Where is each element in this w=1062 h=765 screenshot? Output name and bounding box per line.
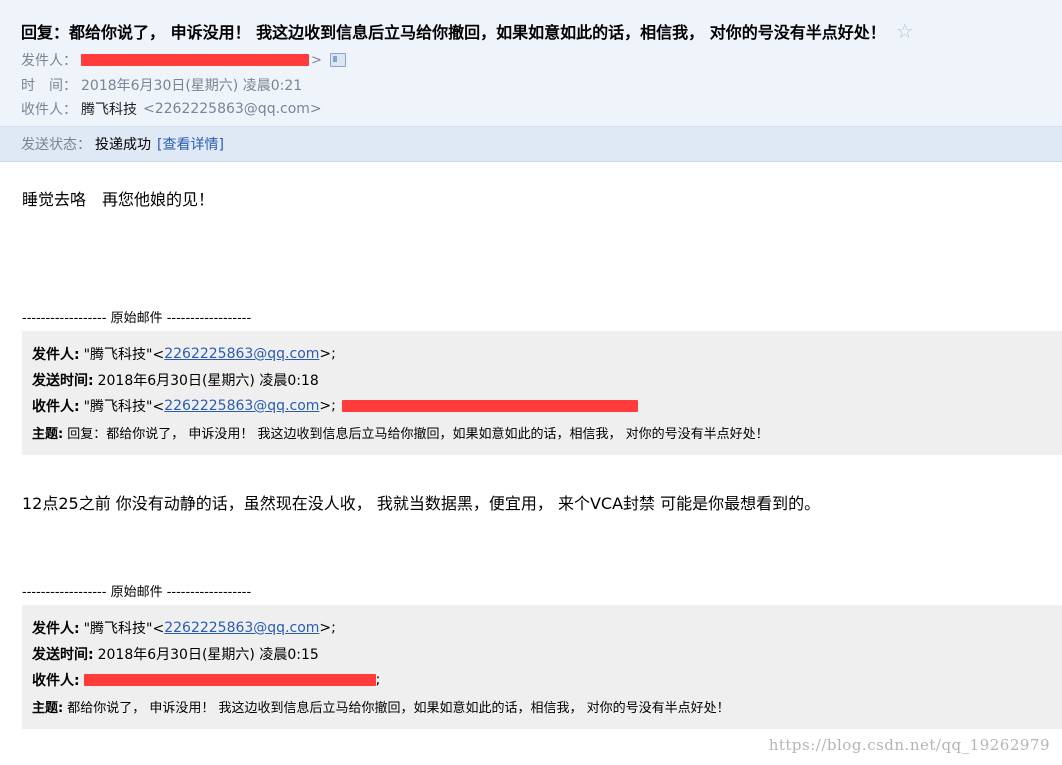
- quote1-to-label: 收件人:: [32, 399, 80, 415]
- sender-label: 发件人：: [21, 53, 77, 69]
- sender-row: 发件人： >: [21, 50, 346, 70]
- quote2-date-row: 发送时间: 2018年6月30日(星期六) 凌晨0:15: [32, 644, 319, 664]
- quote2-subject-label: 主题:: [32, 701, 64, 716]
- quote2-to-redaction: [83, 674, 376, 686]
- mail-header: 回复：都给你说了， 申诉没用！ 我这边收到信息后立马给你撤回，如果如意如此的话，…: [0, 0, 1062, 127]
- quote1-from-email-link[interactable]: 2262225863@qq.com: [164, 346, 319, 362]
- quote1-to-name: "腾飞科技"<: [83, 399, 165, 415]
- contact-card-icon[interactable]: [329, 53, 346, 67]
- quote2-to-tail: ;: [375, 672, 381, 688]
- quote2-from-label: 发件人:: [32, 621, 80, 637]
- quoted-mail-2: 发件人: "腾飞科技"< 2262225863@qq.com >; 发送时间: …: [22, 605, 1062, 729]
- quote2-date-value: 2018年6月30日(星期六) 凌晨0:15: [97, 647, 319, 663]
- sender-redaction: [81, 54, 309, 66]
- recipient-row: 收件人： 腾飞科技 <2262225863@qq.com>: [21, 99, 322, 119]
- quote2-from-email-link[interactable]: 2262225863@qq.com: [164, 620, 319, 636]
- time-label: 时 间：: [21, 78, 77, 94]
- quote1-subject-row: 主题: 回复：都给你说了， 申诉没用！ 我这边收到信息后立马给你撤回，如果如意如…: [32, 423, 769, 442]
- recipient-email: <2262225863@qq.com>: [143, 101, 322, 117]
- recipient-name[interactable]: 腾飞科技: [81, 99, 137, 119]
- sender-tail: >: [311, 52, 322, 68]
- reply-text: 睡觉去咯 再您他娘的见！: [22, 190, 215, 209]
- star-icon[interactable]: ☆: [896, 21, 914, 41]
- quote1-to-email-link[interactable]: 2262225863@qq.com: [164, 398, 319, 414]
- email-view: 回复：都给你说了， 申诉没用！ 我这边收到信息后立马给你撤回，如果如意如此的话，…: [0, 0, 1062, 765]
- quote2-from-name: "腾飞科技"<: [83, 621, 165, 637]
- second-message-text: 12点25之前 你没有动静的话，虽然现在没人收， 我就当数据黑，便宜用， 来个V…: [22, 494, 821, 513]
- quote2-subject-value: 都给你说了， 申诉没用！ 我这边收到信息后立马给你撤回，如果如意如此的话，相信我…: [67, 701, 730, 716]
- quote1-to-redaction: [341, 400, 638, 412]
- quote1-to-tail: >;: [319, 398, 336, 414]
- quoted-mail-1: 发件人: "腾飞科技"< 2262225863@qq.com >; 发送时间: …: [22, 331, 1062, 455]
- time-value: 2018年6月30日(星期六) 凌晨0:21: [81, 78, 303, 94]
- status-label: 发送状态：: [21, 137, 91, 153]
- blog-watermark: https://blog.csdn.net/qq_19262979: [768, 736, 1050, 754]
- recipient-label: 收件人：: [21, 102, 77, 118]
- quote2-subject-row: 主题: 都给你说了， 申诉没用！ 我这边收到信息后立马给你撤回，如果如意如此的话…: [32, 697, 730, 716]
- original-mail-divider-2: ------------------ 原始邮件 ----------------…: [22, 585, 252, 600]
- view-details-link[interactable]: [查看详情]: [157, 134, 224, 154]
- quote1-from-label: 发件人:: [32, 347, 80, 363]
- quote2-date-label: 发送时间:: [32, 647, 94, 663]
- quote2-from-tail: >;: [319, 620, 336, 636]
- subject-row: 回复：都给你说了， 申诉没用！ 我这边收到信息后立马给你撤回，如果如意如此的话，…: [21, 18, 1051, 44]
- quote1-from-row: 发件人: "腾飞科技"< 2262225863@qq.com >;: [32, 344, 336, 364]
- quote1-subject-value: 回复：都给你说了， 申诉没用！ 我这边收到信息后立马给你撤回，如果如意如此的话，…: [67, 427, 769, 442]
- quote1-subject-label: 主题:: [32, 427, 64, 442]
- quote2-to-row: 收件人: ;: [32, 670, 380, 690]
- mail-subject: 回复：都给你说了， 申诉没用！ 我这边收到信息后立马给你撤回，如果如意如此的话，…: [21, 23, 886, 42]
- quote2-to-label: 收件人:: [32, 673, 80, 689]
- quote1-from-name: "腾飞科技"<: [83, 347, 165, 363]
- quote1-date-label: 发送时间:: [32, 373, 94, 389]
- delivery-status-bar: 发送状态： 投递成功 [查看详情]: [0, 127, 1062, 162]
- quote1-date-row: 发送时间: 2018年6月30日(星期六) 凌晨0:18: [32, 370, 319, 390]
- status-value: 投递成功: [95, 137, 151, 153]
- quote1-to-row: 收件人: "腾飞科技"< 2262225863@qq.com >;: [32, 396, 638, 416]
- quote1-date-value: 2018年6月30日(星期六) 凌晨0:18: [97, 373, 319, 389]
- quote2-from-row: 发件人: "腾飞科技"< 2262225863@qq.com >;: [32, 618, 336, 638]
- quote1-from-tail: >;: [319, 346, 336, 362]
- original-mail-divider: ------------------ 原始邮件 ----------------…: [22, 311, 252, 326]
- time-row: 时 间： 2018年6月30日(星期六) 凌晨0:21: [21, 75, 302, 95]
